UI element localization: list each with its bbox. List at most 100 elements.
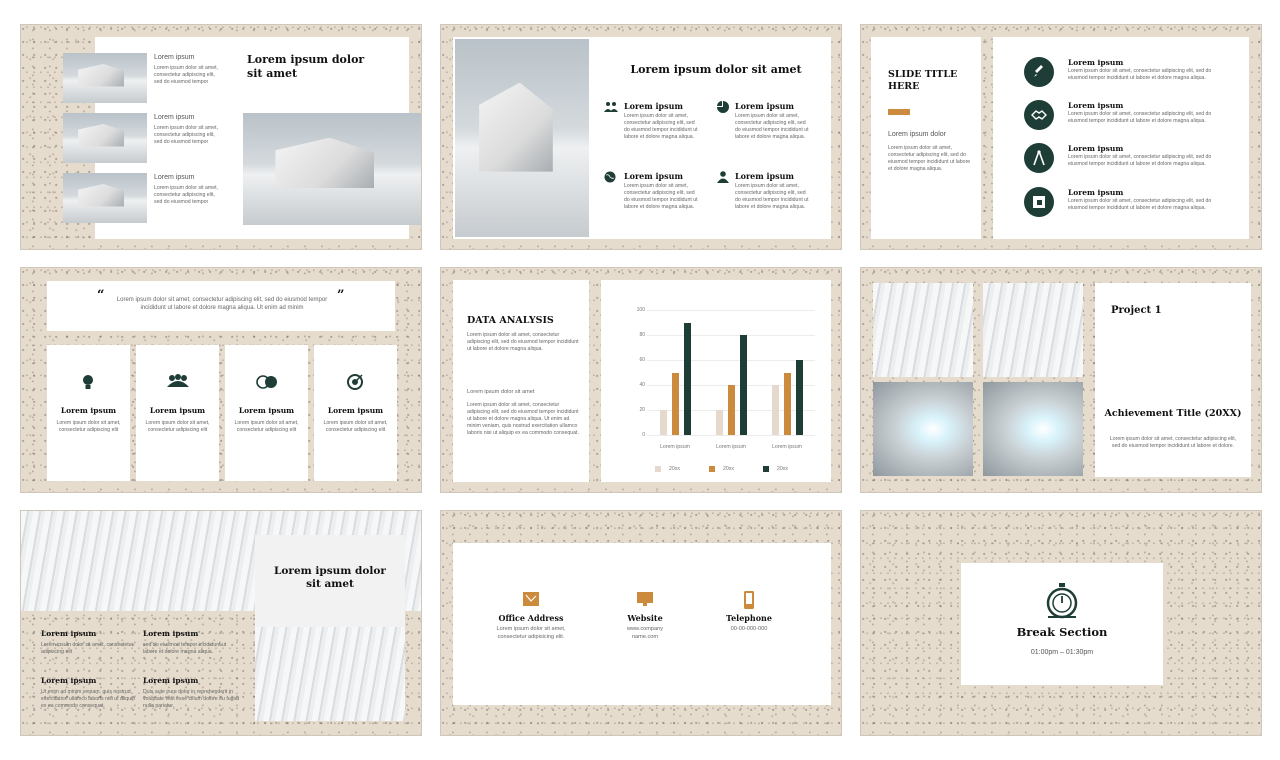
icon-circle	[1024, 187, 1054, 217]
item-text: Lorem ipsum dolor sit amet, consectetur …	[735, 113, 809, 141]
project-title: Project 1	[1111, 305, 1162, 316]
achievement-title: Achievement Title (20XX)	[1104, 408, 1242, 419]
body-text: Lorem ipsum dolor sit amet, consectetur …	[888, 145, 971, 173]
slide-thumbnail-9[interactable]: Break Section 01:00pm – 01:30pm	[860, 510, 1262, 736]
feature-card: Lorem ipsum Lorem ipsum dolor sit amet, …	[136, 345, 219, 481]
slide-title: Lorem ipsum dolor sit amet	[247, 53, 365, 80]
legend-item: 20xx	[709, 466, 734, 472]
chart-bar	[671, 372, 679, 435]
corridor-photo	[255, 627, 405, 721]
card-heading: Lorem ipsum	[327, 406, 384, 415]
item-heading: Lorem ipsum	[624, 101, 683, 111]
item-text: sed do eiusmod tempor incididunt ut labo…	[143, 642, 227, 656]
slide-thumbnail-8[interactable]: Office Address Lorem ipsum dolor sit ame…	[440, 510, 842, 736]
item-heading: Lorem ipsum	[1068, 144, 1124, 153]
contact-heading: Telephone	[726, 613, 772, 623]
item-text: Lorem ipsum dolor sit amet, consectetur …	[41, 642, 134, 656]
item-text: Lorem ipsum dolor sit amet, consectetur …	[1068, 198, 1212, 212]
item-text: Lorem ipsum dolor sit amet, consectetur …	[1068, 154, 1212, 168]
architecture-photo	[983, 283, 1083, 377]
chart-bar	[727, 385, 735, 435]
feature-card: Lorem ipsum Lorem ipsum dolor sit amet, …	[314, 345, 397, 481]
subheading: Lorem ipsum dolor sit amet	[467, 389, 535, 395]
slide-thumbnail-5[interactable]: DATA ANALYSIS Lorem ipsum dolor sit amet…	[440, 267, 842, 493]
tunnel-photo	[983, 382, 1083, 476]
building-photo	[63, 53, 147, 103]
slide-title: Lorem ipsum dolor sit amet	[274, 565, 386, 591]
text-block: Lorem ipsum Lorem ipsum dolor sit amet, …	[154, 174, 224, 206]
map-icon	[523, 592, 539, 606]
x-tick-label: Lorem ipsum	[660, 444, 690, 450]
legend-swatch	[655, 466, 661, 472]
item-text: Duis aute irure dolor in reprehenderit i…	[143, 689, 240, 710]
contact-text: www.company name.com	[626, 626, 664, 640]
item-text: Lorem ipsum dolor sit amet, consectetur …	[624, 113, 698, 141]
item-text: Lorem ipsum dolor sit amet, consectetur …	[624, 183, 698, 211]
item-text: Lorem ipsum dolor sit amet, consectetur …	[1068, 68, 1212, 82]
target-icon	[347, 374, 363, 390]
y-tick-label: 60	[639, 357, 645, 363]
icon-circle	[1024, 143, 1054, 173]
pie-chart-icon	[717, 101, 729, 113]
item-heading: Lorem ipsum	[1068, 188, 1124, 197]
text-block: Lorem ipsum Lorem ipsum dolor sit amet, …	[154, 114, 224, 146]
card-heading: Lorem ipsum	[149, 406, 206, 415]
y-tick-label: 100	[636, 307, 645, 313]
compass-icon	[1033, 150, 1045, 166]
text-card	[453, 280, 589, 482]
item-heading: Lorem ipsum	[154, 114, 195, 121]
legend-item: 20xx	[655, 466, 680, 472]
card-heading: Lorem ipsum	[238, 406, 295, 415]
quote-text: Lorem ipsum dolor sit amet, consectetur …	[116, 297, 328, 312]
slide-thumbnail-6[interactable]: Project 1 Achievement Title (20XX) Lorem…	[860, 267, 1262, 493]
tunnel-photo	[873, 382, 973, 476]
user-icon	[717, 171, 729, 183]
slide-thumbnail-4[interactable]: “ ” Lorem ipsum dolor sit amet, consecte…	[20, 267, 422, 493]
x-tick-label: Lorem ipsum	[772, 444, 802, 450]
icon-circle	[1024, 100, 1054, 130]
slide-thumbnail-1[interactable]: Lorem ipsum Lorem ipsum dolor sit amet, …	[20, 24, 422, 250]
text-block: Lorem ipsum Duis aute irure dolor in rep…	[143, 676, 241, 710]
contact-heading: Website	[627, 613, 663, 623]
slide-thumbnail-3[interactable]: SLIDE TITLE HERE Lorem ipsum dolor Lorem…	[860, 24, 1262, 250]
y-axis: 0 20 40 60 80 100	[627, 307, 645, 438]
body-text: Lorem ipsum dolor sit amet, consectetur …	[1109, 436, 1237, 450]
item-heading: Lorem ipsum	[735, 101, 794, 111]
item-heading: Lorem ipsum	[41, 676, 97, 685]
break-time: 01:00pm – 01:30pm	[1030, 649, 1094, 656]
slide-title: Lorem ipsum dolor sit amet	[630, 63, 802, 76]
item-heading: Lorem ipsum	[1068, 101, 1124, 110]
item-heading: Lorem ipsum	[735, 171, 794, 181]
item-heading: Lorem ipsum	[143, 629, 199, 638]
y-tick-label: 0	[642, 432, 645, 438]
lightbulb-icon	[83, 375, 93, 389]
slide-thumbnail-7[interactable]: Lorem ipsum dolor sit amet Lorem ipsum L…	[20, 510, 422, 736]
building-photo	[63, 173, 147, 223]
slide-title: SLIDE TITLE HERE	[888, 69, 958, 93]
item-text: Lorem ipsum dolor sit amet, consectetur …	[154, 125, 219, 146]
body-text: Lorem ipsum dolor sit amet, consectetur …	[467, 332, 579, 353]
accent-bar	[888, 109, 910, 115]
text-block: Lorem ipsum Lorem ipsum dolor sit amet, …	[154, 54, 224, 86]
item-text: Lorem ipsum dolor sit amet, consectetur …	[1068, 111, 1212, 125]
break-title: Break Section	[1016, 625, 1108, 639]
architecture-photo	[873, 283, 973, 377]
building-photo-large	[243, 113, 421, 225]
puzzle-icon	[1033, 196, 1045, 208]
y-tick-label: 40	[639, 382, 645, 388]
legend-label: 20xx	[777, 466, 788, 472]
item-heading: Lorem ipsum	[624, 171, 683, 181]
legend-label: 20xx	[669, 466, 680, 472]
body-text-2: Lorem ipsum dolor sit amet, consectetur …	[467, 402, 579, 437]
x-axis: Lorem ipsum Lorem ipsum Lorem ipsum	[647, 444, 815, 454]
chart-bar	[783, 372, 791, 435]
card-text: Lorem ipsum dolor sit amet, consectetur …	[234, 420, 299, 434]
card-text: Lorem ipsum dolor sit amet, consectetur …	[323, 420, 388, 434]
slide-thumbnail-2[interactable]: Lorem ipsum dolor sit amet Lorem ipsum L…	[440, 24, 842, 250]
quote-open-mark: “	[97, 288, 105, 303]
subtitle: Lorem ipsum dolor	[888, 131, 946, 138]
stopwatch-icon	[1046, 583, 1078, 619]
item-text: Lorem ipsum dolor sit amet, consectetur …	[735, 183, 809, 211]
phone-icon	[744, 591, 754, 609]
text-block: Lorem ipsum sed do eiusmod tempor incidi…	[143, 629, 241, 656]
